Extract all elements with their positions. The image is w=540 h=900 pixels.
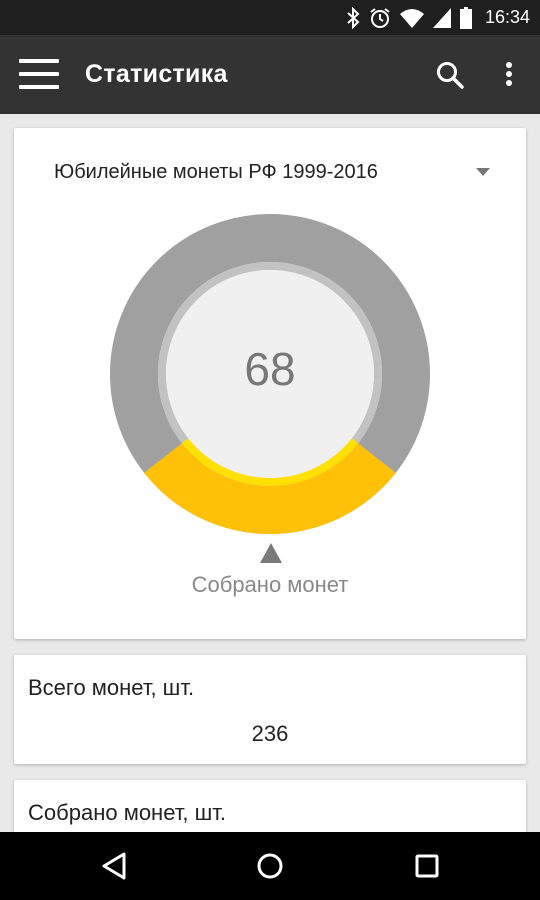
total-coins-card: Всего монет, шт. 236 bbox=[14, 655, 526, 764]
status-time: 16:34 bbox=[484, 7, 530, 27]
back-icon[interactable] bbox=[98, 849, 132, 883]
search-icon[interactable] bbox=[434, 59, 466, 91]
stat-title: Собрано монет, шт. bbox=[28, 800, 226, 825]
more-vert-icon[interactable] bbox=[498, 59, 520, 91]
bluetooth-icon bbox=[347, 6, 360, 29]
home-icon[interactable] bbox=[253, 849, 287, 883]
signal-icon bbox=[432, 7, 451, 28]
menu-icon[interactable] bbox=[19, 59, 59, 89]
collection-selector[interactable]: Юбилейные монеты РФ 1999-2016 bbox=[54, 161, 378, 184]
gauge-label: Собрано монет bbox=[191, 572, 349, 597]
status-bar: 16:34 bbox=[0, 0, 540, 35]
collected-count: 68 bbox=[244, 343, 296, 395]
app-bar: Статистика bbox=[0, 35, 540, 114]
wifi-icon bbox=[399, 8, 424, 28]
page-title: Статистика bbox=[85, 60, 228, 88]
battery-icon bbox=[459, 6, 472, 29]
system-nav-bar bbox=[0, 832, 540, 900]
stat-title: Всего монет, шт. bbox=[28, 675, 195, 700]
stat-value: 236 bbox=[251, 721, 289, 746]
recents-icon[interactable] bbox=[410, 849, 444, 883]
collection-gauge-card: Юбилейные монеты РФ 1999-2016 68 Собрано… bbox=[14, 128, 526, 639]
status-icons: 16:34 bbox=[346, 0, 530, 35]
pointer-triangle-icon bbox=[260, 543, 282, 563]
dropdown-arrow-icon[interactable] bbox=[476, 168, 490, 176]
alarm-icon bbox=[370, 7, 390, 28]
